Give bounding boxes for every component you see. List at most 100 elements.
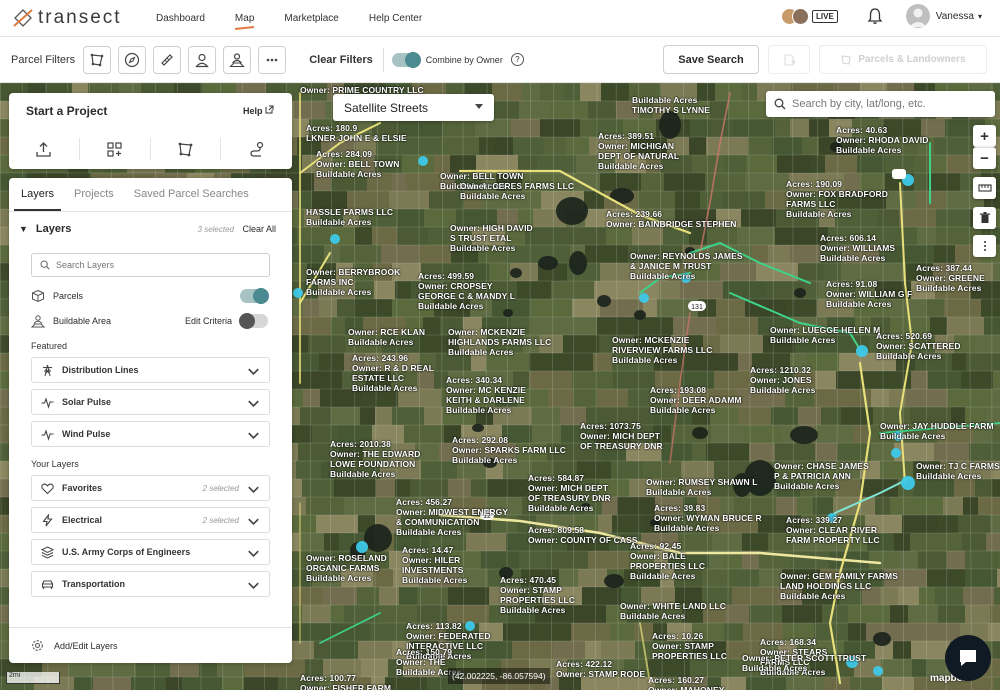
parcel-label[interactable]: Acres: 1073.75 Owner: MICH DEPT OF TREASUR…	[580, 421, 663, 451]
parcel-label[interactable]: Acres: 100.77 Owner: FISHER FARM	[300, 673, 391, 690]
live-avatars[interactable]: LIVE	[781, 7, 838, 25]
parcel-label[interactable]: Acres: 340.34 Owner: MC KENZIE KEITH & DAR…	[446, 375, 526, 415]
add-grid-button[interactable]	[80, 138, 151, 160]
layer-group-army-corps[interactable]: U.S. Army Corps of Engineers	[31, 539, 270, 565]
parcel-label[interactable]: Owner: MCKENZIE HIGHLANDS FARMS LLC Builda…	[448, 327, 551, 357]
parcel-label[interactable]: Acres: 2010.38 Owner: THE EDWARD LOWE FOUN…	[330, 439, 420, 479]
parcel-label[interactable]: Acres: 160.27 Owner: MAHONEY	[648, 675, 725, 690]
buildable-filter-button[interactable]	[223, 45, 252, 74]
parcel-label[interactable]: Owner: TJ C FARMS Buildable Acres	[916, 461, 1000, 481]
layer-group-favorites[interactable]: Favorites 2 selected	[31, 475, 270, 501]
parcels-toggle[interactable]	[240, 287, 269, 304]
parcel-label[interactable]: Owner: LUEGGE HELEN M Buildable Acres	[770, 325, 880, 345]
parcel-label[interactable]: Owner: CERES FARMS LLC Buildable Acres	[460, 181, 574, 201]
nav-dashboard[interactable]: Dashboard	[156, 13, 205, 24]
nav-help-center[interactable]: Help Center	[369, 13, 422, 24]
start-project-help-link[interactable]: Help	[243, 105, 274, 116]
layer-search-input[interactable]	[56, 260, 256, 270]
user-name[interactable]: Vanessa	[936, 11, 974, 22]
parcel-label[interactable]: Acres: 339.27 Owner: CLEAR RIVER FARM PROP…	[786, 515, 880, 545]
parcel-label[interactable]: Owner: JAY HUDDLE FARM Buildable Acres	[880, 421, 994, 441]
parcel-label[interactable]: Owner: GEM FAMILY FARMS LAND HOLDINGS LLC…	[780, 571, 898, 601]
layer-group-electrical[interactable]: Electrical 2 selected	[31, 507, 270, 533]
parcels-landowners-button[interactable]: Parcels & Landowners	[819, 45, 987, 74]
parcel-label[interactable]: Acres: 190.09 Owner: FOX BRADFORD FARMS LL…	[786, 179, 888, 219]
layer-group-transportation[interactable]: Transportation	[31, 571, 270, 597]
parcel-label[interactable]: Owner: ROSELAND ORGANIC FARMS Buildable Ac…	[306, 553, 387, 583]
layer-group-wind-pulse[interactable]: Wind Pulse	[31, 421, 270, 447]
clear-all-button[interactable]: Clear All	[242, 224, 276, 234]
parcel-label[interactable]: Owner: WHITE LAND LLC Buildable Acres	[620, 601, 726, 621]
draw-polygon-button[interactable]	[151, 138, 222, 160]
parcel-label[interactable]: Acres: 606.14 Owner: WILLIAMS Buildable Ac…	[820, 233, 895, 263]
layer-search[interactable]	[31, 253, 270, 277]
parcel-label[interactable]: Acres: 1210.32 Owner: JONES Buildable Acre…	[750, 365, 815, 395]
polygon-filter-button[interactable]	[83, 45, 112, 74]
layer-group-distribution-lines[interactable]: Distribution Lines	[31, 357, 270, 383]
tab-layers[interactable]: Layers	[14, 178, 62, 211]
parcel-label[interactable]: Acres: 92.45 Owner: BALE PROPERTIES LLC Bui…	[630, 541, 705, 581]
parcel-label[interactable]: Acres: 456.27 Owner: MIDWEST ENERGY & COMM…	[396, 497, 508, 537]
zoom-in-button[interactable]: +	[973, 125, 996, 147]
map-search-input[interactable]	[792, 98, 982, 110]
parcel-label[interactable]: Owner: MCKENZIE RIVERVIEW FARMS LLC Builda…	[612, 335, 712, 365]
parcel-label[interactable]: Owner: RCE KLAN Buildable Acres	[348, 327, 425, 347]
parcel-label[interactable]: Acres: 239.66 Owner: BAINBRIDGE STEPHEN	[606, 209, 737, 229]
measure-button[interactable]	[973, 177, 996, 199]
parcel-label[interactable]: Owner: BERRYBROOK FARMS INC Buildable Acre…	[306, 267, 400, 297]
parcel-label[interactable]: Acres: 193.08 Owner: DEER ADAMM Buildable …	[650, 385, 742, 415]
parcel-label[interactable]: Acres: 39.83 Owner: WYMAN BRUCE R Buildabl…	[654, 503, 762, 533]
upload-project-button[interactable]	[9, 138, 80, 160]
parcel-label[interactable]: Acres: 284.09 Owner: BELL TOWN Buildable A…	[316, 149, 399, 179]
edit-criteria-link[interactable]: Edit Criteria	[185, 316, 232, 326]
help-icon[interactable]: ?	[510, 53, 524, 66]
parcel-label[interactable]: HASSLE FARMS LLC Buildable Acres	[306, 207, 393, 227]
parcel-label[interactable]: Acres: 809.58 Owner: COUNTY OF CASS	[528, 525, 638, 545]
export-button[interactable]	[768, 45, 810, 74]
parcel-label[interactable]: Acres: 387.44 Owner: GREENE Buildable Acre…	[916, 263, 985, 293]
parcel-label[interactable]: Acres: 243.96 Owner: R & D REAL ESTATE LLC…	[352, 353, 434, 393]
parcel-label[interactable]: Acres: 40.63 Owner: RHODA DAVID Buildable …	[836, 125, 928, 155]
parcel-label[interactable]: Acres: 91.08 Owner: WILLIAM G F Buildable …	[826, 279, 912, 309]
map-search[interactable]	[766, 91, 995, 117]
zoom-out-button[interactable]: −	[973, 147, 996, 169]
parcel-label[interactable]: Acres: 10.26 Owner: STAMP PROPERTIES LLC	[652, 631, 727, 661]
combine-by-owner-toggle[interactable]	[391, 51, 421, 68]
parcel-label[interactable]: Acres: 389.51 Owner: MICHIGAN DEPT OF NATU…	[598, 131, 679, 171]
tab-projects[interactable]: Projects	[67, 178, 121, 211]
parcel-label[interactable]: Owner: CHASE JAMES P & PATRICIA ANN Builda…	[774, 461, 869, 491]
clear-filters-button[interactable]: Clear Filters	[309, 54, 373, 66]
brand-logo[interactable]: transect	[12, 7, 142, 29]
layers-section-header[interactable]: ▼ Layers 3 selected Clear All	[9, 212, 292, 246]
chat-button[interactable]	[945, 635, 991, 681]
chevron-down-icon[interactable]: ▼	[19, 224, 28, 234]
delete-button[interactable]	[973, 207, 996, 229]
bell-icon[interactable]	[866, 7, 884, 25]
parcel-label[interactable]: Owner: HIGH DAVID S TRUST ETAL Buildable A…	[450, 223, 533, 253]
route-button[interactable]	[221, 138, 292, 160]
parcel-label[interactable]: Acres: 422.12 Owner: STAMP RODE	[556, 659, 645, 679]
parcel-label[interactable]: Acres: 292.08 Owner: SPARKS FARM LLC Build…	[452, 435, 566, 465]
parcel-label[interactable]: Acres: 584.87 Owner: MICH DEPT OF TREASURY…	[528, 473, 611, 513]
more-options-button[interactable]	[973, 235, 996, 257]
more-filters-button[interactable]	[258, 45, 287, 74]
add-edit-layers-button[interactable]: Add/Edit Layers	[9, 627, 292, 663]
parcel-label[interactable]: Acres: 14.47 Owner: HILER INVESTMENTS Build…	[402, 545, 467, 585]
owner-filter-button[interactable]	[188, 45, 217, 74]
map-style-select[interactable]: Satellite Streets	[333, 94, 494, 121]
user-avatar[interactable]	[905, 4, 930, 28]
parcel-label[interactable]: Owner: REYNOLDS JAMES & JANICE M TRUST Bui…	[630, 251, 743, 281]
tab-saved-parcel-searches[interactable]: Saved Parcel Searches	[127, 178, 256, 211]
parcel-label[interactable]: Owner: PETER SCOTT TRUST Buildable Acres	[742, 653, 866, 673]
parcel-label[interactable]: Buildable Acres TIMOTHY S LYNNE	[632, 95, 710, 115]
compass-filter-button[interactable]	[118, 45, 147, 74]
nav-map[interactable]: Map	[235, 13, 254, 24]
layer-group-solar-pulse[interactable]: Solar Pulse	[31, 389, 270, 415]
parcel-label[interactable]: Owner: RUMSEY SHAWN L Buildable Acres	[646, 477, 758, 497]
buildable-area-toggle[interactable]	[239, 312, 268, 329]
save-search-button[interactable]: Save Search	[663, 45, 759, 74]
chevron-down-icon[interactable]: ▾	[978, 12, 982, 21]
parcel-label[interactable]: Acres: 520.69 Owner: SCATTERED Buildable A…	[876, 331, 961, 361]
parcel-label[interactable]: Acres: 470.45 Owner: STAMP PROPERTIES LLC B…	[500, 575, 575, 615]
parcel-label[interactable]: Acres: 180.9 LKNER JOHN E & ELSIE	[306, 123, 407, 143]
